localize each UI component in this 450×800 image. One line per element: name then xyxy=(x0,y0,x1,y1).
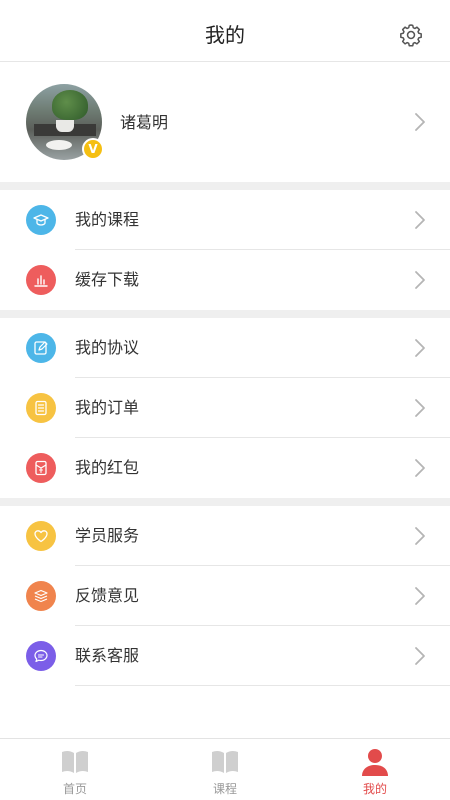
books-icon xyxy=(26,581,56,611)
menu-item-label: 学员服务 xyxy=(75,526,140,545)
menu-item-my-courses[interactable]: 我的课程 xyxy=(0,190,450,250)
menu-item-label: 我的订单 xyxy=(75,398,140,417)
menu-item-label: 联系客服 xyxy=(75,646,140,665)
avatar-photo-stool xyxy=(46,140,72,150)
menu-item-student-services[interactable]: 学员服务 xyxy=(0,506,450,566)
menu-item-label: 我的协议 xyxy=(75,338,140,357)
book-icon xyxy=(212,750,238,773)
chevron-right-icon xyxy=(415,647,425,665)
chevron-right-icon xyxy=(415,271,425,289)
gear-icon[interactable] xyxy=(398,22,424,48)
profile-row[interactable]: V 诸葛明 xyxy=(0,62,450,182)
section-divider xyxy=(0,310,450,318)
chat-bubble-icon xyxy=(26,641,56,671)
tab-label: 我的 xyxy=(362,782,387,796)
chevron-right-icon xyxy=(415,459,425,477)
menu-item-label: 缓存下载 xyxy=(75,270,140,289)
tab-label: 课程 xyxy=(212,782,237,796)
menu-item-cache-download[interactable]: 缓存下载 xyxy=(0,250,450,310)
chevron-right-icon xyxy=(415,399,425,417)
graduation-cap-icon xyxy=(26,205,56,235)
menu-item-label: 反馈意见 xyxy=(75,586,140,605)
avatar-photo-pot xyxy=(56,120,74,132)
tab-mine[interactable]: 我的 xyxy=(300,739,450,800)
menu-item-feedback[interactable]: 反馈意见 xyxy=(0,566,450,626)
avatar-photo-plant xyxy=(52,90,88,120)
menu-item-label: 我的红包 xyxy=(75,458,140,477)
section-divider xyxy=(0,182,450,190)
menu-item-my-red-packets[interactable]: 我的红包 xyxy=(0,438,450,498)
chevron-right-icon xyxy=(415,113,425,131)
row-divider xyxy=(75,685,450,686)
menu-item-my-orders[interactable]: 我的订单 xyxy=(0,378,450,438)
chevron-right-icon xyxy=(415,587,425,605)
chevron-right-icon xyxy=(415,211,425,229)
red-packet-icon xyxy=(26,453,56,483)
chevron-right-icon xyxy=(415,527,425,545)
menu-item-label: 我的课程 xyxy=(75,210,140,229)
bar-chart-icon xyxy=(26,265,56,295)
vip-badge: V xyxy=(82,138,104,160)
book-icon xyxy=(62,750,88,773)
chevron-right-icon xyxy=(415,339,425,357)
tab-courses[interactable]: 课程 xyxy=(150,739,300,800)
heart-icon xyxy=(26,521,56,551)
avatar-container[interactable]: V xyxy=(26,84,104,160)
tab-home[interactable]: 首页 xyxy=(0,739,150,800)
person-icon xyxy=(362,749,388,776)
order-list-icon xyxy=(26,393,56,423)
menu-item-contact-support[interactable]: 联系客服 xyxy=(0,626,450,686)
page-title: 我的 xyxy=(205,23,245,47)
user-name: 诸葛明 xyxy=(120,113,169,132)
section-divider xyxy=(0,498,450,506)
menu-item-my-agreements[interactable]: 我的协议 xyxy=(0,318,450,378)
edit-document-icon xyxy=(26,333,56,363)
top-nav-bar: 我的 xyxy=(0,0,450,62)
tab-label: 首页 xyxy=(62,782,87,796)
bottom-tab-bar: 首页 课程 我的 xyxy=(0,738,450,800)
